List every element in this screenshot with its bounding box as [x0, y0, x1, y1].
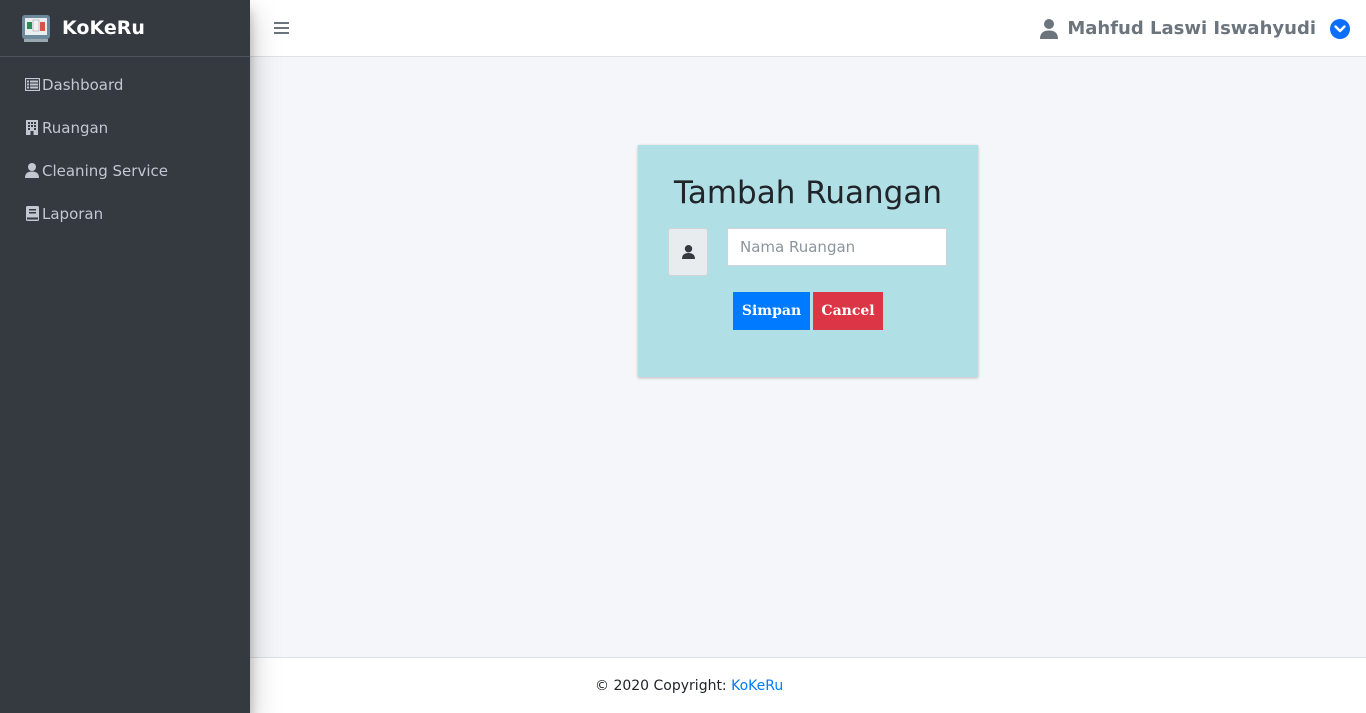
brand-logo [20, 11, 54, 45]
input-user-icon [668, 228, 708, 276]
topbar: Mahfud Laswi Iswahyudi [250, 0, 1366, 57]
hamburger-menu-icon[interactable] [274, 19, 289, 37]
user-avatar-icon [1040, 18, 1059, 39]
chevron-down-icon[interactable] [1330, 18, 1350, 39]
sidebar-item-cleaning-service[interactable]: Cleaning Service [0, 149, 250, 192]
footer: © 2020 Copyright: KoKeRu [250, 657, 1366, 713]
cancel-button[interactable]: Cancel [813, 292, 883, 330]
sidebar-item-label: Cleaning Service [42, 161, 168, 180]
room-name-input[interactable] [727, 228, 947, 266]
sidebar: KoKeRu Dashboard Ruangan Cleaning Servic… [0, 0, 250, 713]
sidebar-item-ruangan[interactable]: Ruangan [0, 106, 250, 149]
user-name: Mahfud Laswi Iswahyudi [1067, 18, 1316, 39]
brand-name: KoKeRu [62, 17, 145, 39]
brand[interactable]: KoKeRu [0, 0, 250, 57]
user-menu[interactable]: Mahfud Laswi Iswahyudi [1040, 18, 1350, 39]
add-room-card: Tambah Ruangan Simpan Cancel [638, 145, 978, 377]
footer-brand-link[interactable]: KoKeRu [731, 678, 783, 694]
sidebar-item-label: Dashboard [42, 75, 124, 94]
user-icon [24, 163, 40, 179]
sidebar-nav: Dashboard Ruangan Cleaning Service Lapor… [0, 57, 250, 235]
footer-copyright: © 2020 Copyright: KoKeRu [595, 678, 783, 694]
list-icon [24, 77, 40, 93]
book-icon [24, 206, 40, 222]
sidebar-item-label: Laporan [42, 204, 104, 223]
sidebar-item-label: Ruangan [42, 118, 109, 137]
copyright-text: © 2020 Copyright: [595, 678, 732, 694]
save-button[interactable]: Simpan [733, 292, 810, 330]
sidebar-item-dashboard[interactable]: Dashboard [0, 63, 250, 106]
page-title: Tambah Ruangan [674, 175, 942, 211]
sidebar-item-laporan[interactable]: Laporan [0, 192, 250, 235]
building-icon [24, 120, 40, 136]
